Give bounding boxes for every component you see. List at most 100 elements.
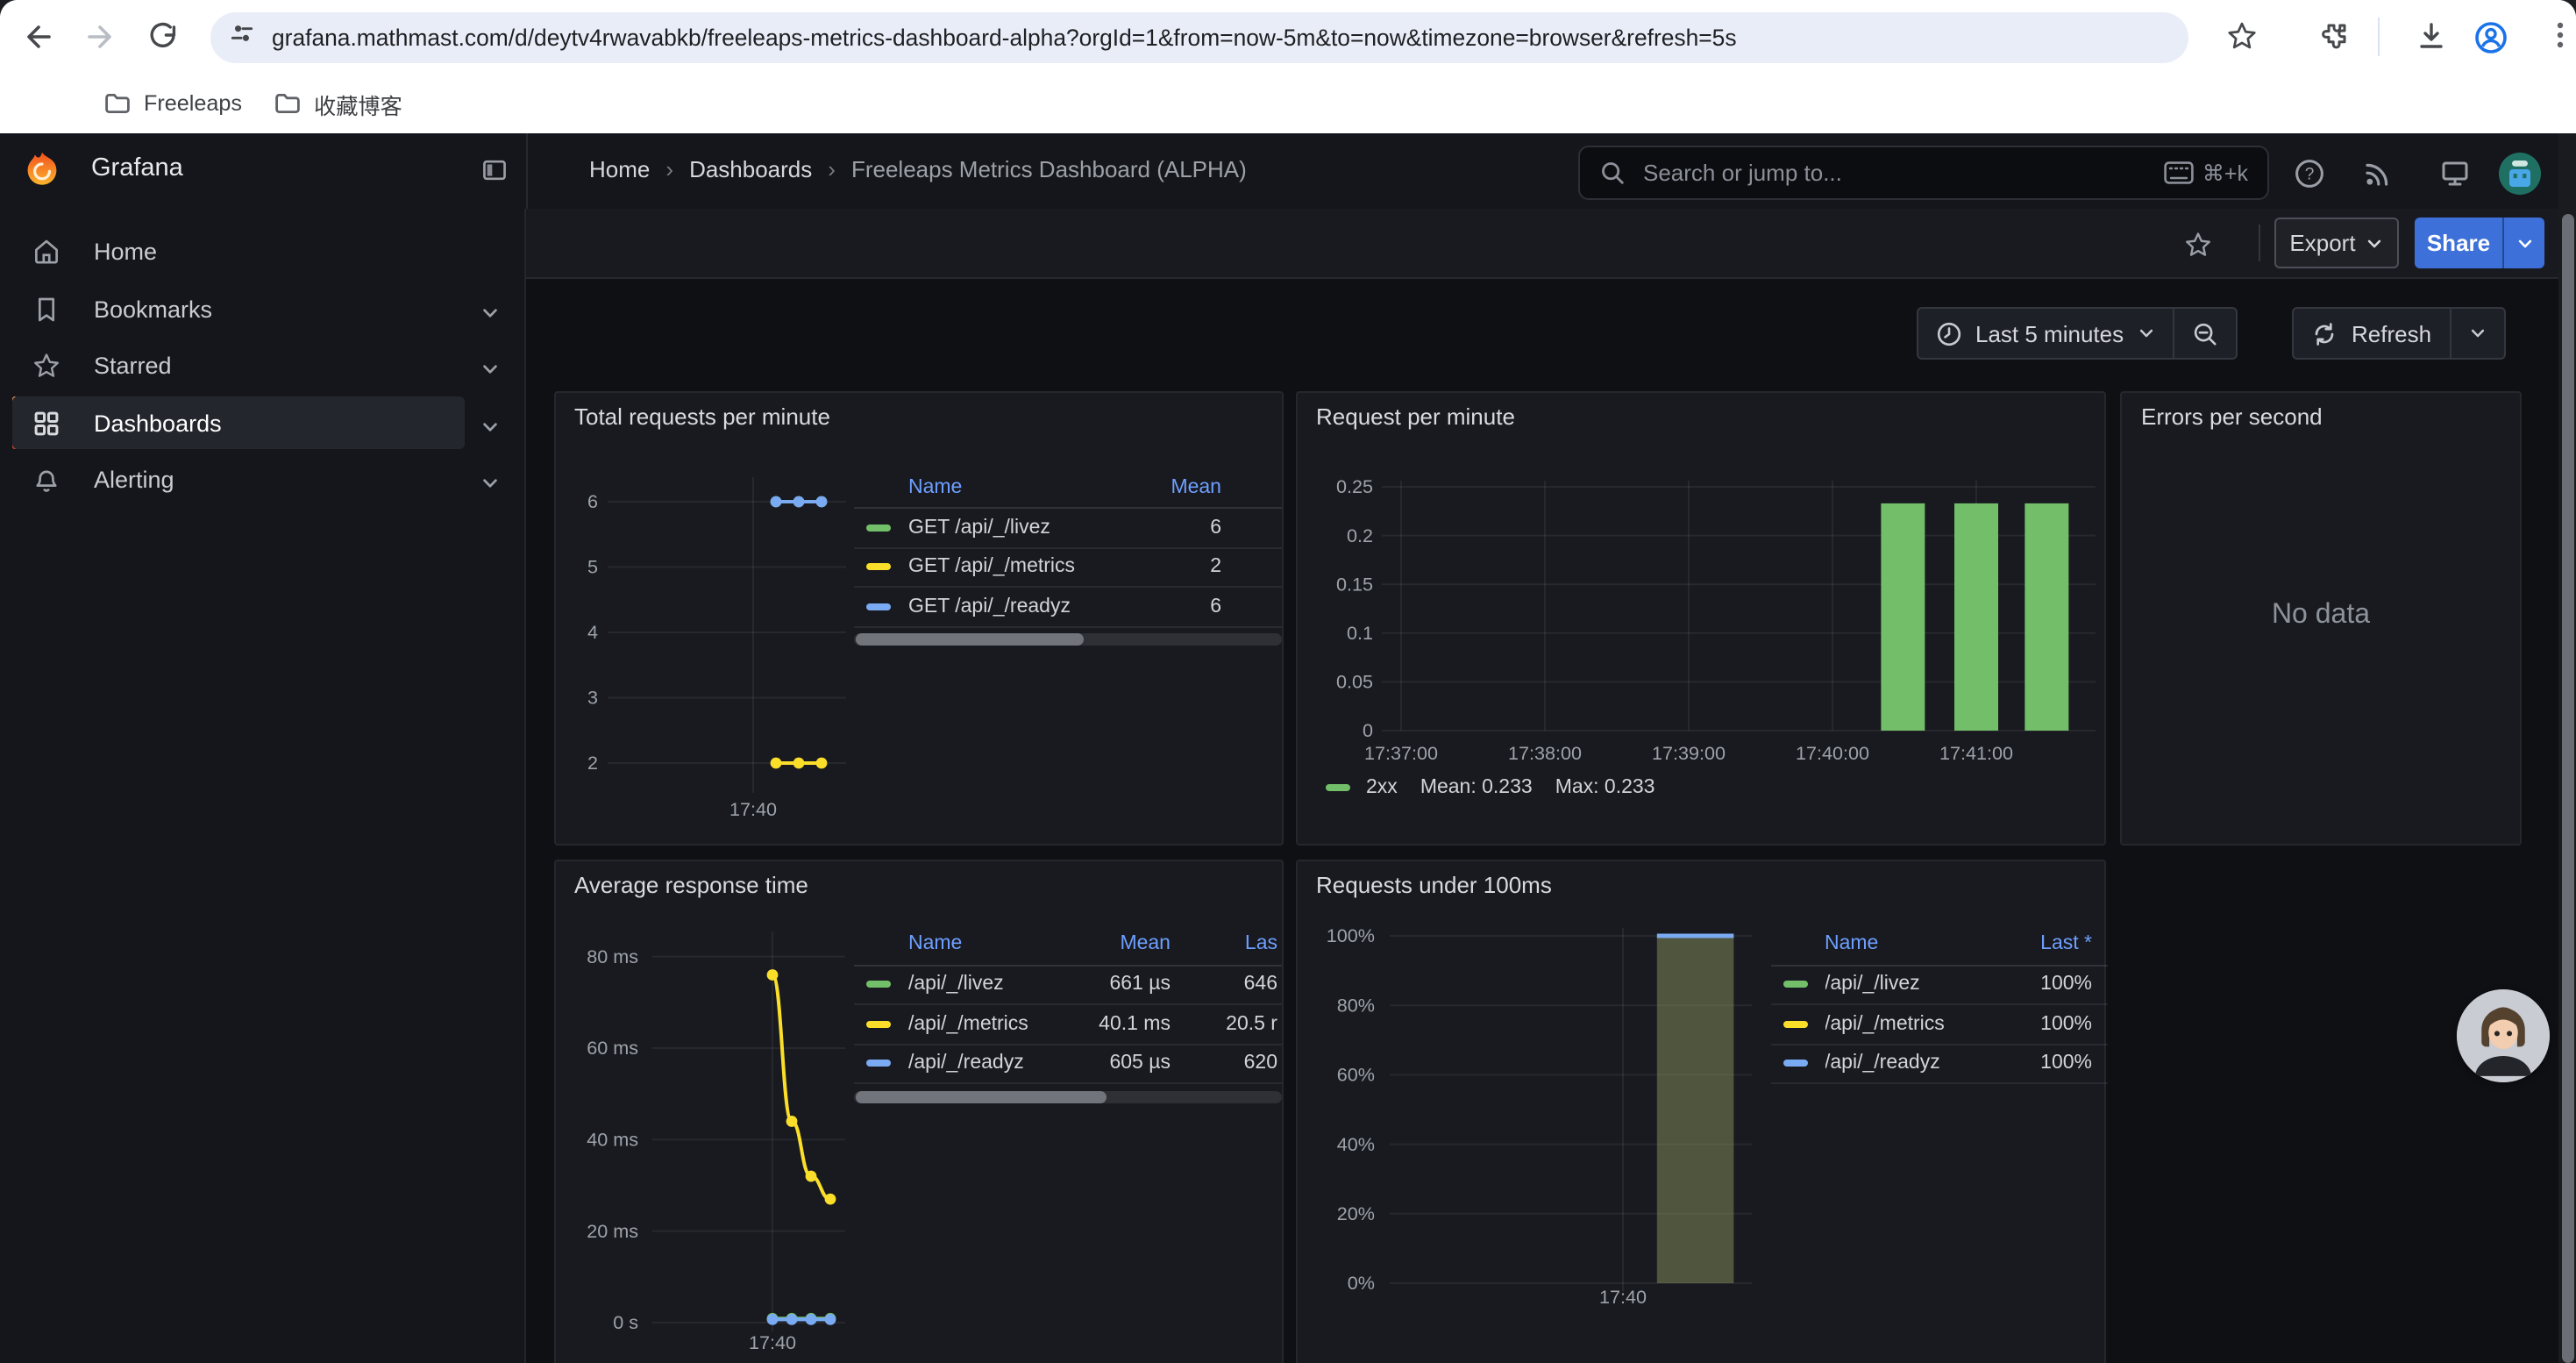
zoom-out-button[interactable]	[2173, 309, 2236, 358]
svg-text:0.2: 0.2	[1346, 525, 1372, 546]
series-swatch	[866, 1021, 891, 1028]
legend-row[interactable]: /api/_/metrics100%	[1770, 1005, 2107, 1045]
legend-column-name[interactable]: Name	[908, 476, 1116, 497]
assistant-avatar[interactable]	[2456, 988, 2549, 1081]
legend-column-name[interactable]: Name	[1825, 933, 1987, 954]
url-bar[interactable]: grafana.mathmast.com/d/deytv4rwavabkb/fr…	[210, 11, 2188, 62]
legend-column-name[interactable]: Name	[908, 933, 1065, 954]
legend-row[interactable]: /api/_/livez100%	[1770, 966, 2107, 1005]
share-button-label[interactable]: Share	[2415, 218, 2502, 268]
chevron-down-icon[interactable]	[480, 299, 500, 331]
sidebar-item-label: Home	[94, 239, 157, 265]
panel-title[interactable]: Requests under 100ms	[1316, 871, 1552, 897]
legend-scrollbar[interactable]	[854, 1090, 1281, 1103]
help-icon[interactable]: ?	[2294, 158, 2325, 198]
breadcrumb-current: Freeleaps Metrics Dashboard (ALPHA)	[851, 155, 1247, 182]
grafana-brand[interactable]: Grafana	[91, 154, 183, 182]
search-input[interactable]	[1640, 158, 2145, 188]
profile-icon[interactable]	[2473, 19, 2508, 54]
sidebar-item-label: Alerting	[94, 467, 174, 493]
sidebar-item-starred[interactable]: Starred	[11, 339, 464, 392]
legend-stat: Max: 0.233	[1555, 777, 1655, 798]
svg-text:?: ?	[2305, 165, 2315, 183]
chart-legend[interactable]: 2xx Mean: 0.233 Max: 0.233	[1326, 777, 1655, 798]
breadcrumb-separator: ›	[665, 155, 673, 182]
series-swatch	[866, 603, 891, 610]
time-range-picker[interactable]: Last 5 minutes	[1916, 307, 2238, 360]
folder-icon	[274, 89, 302, 118]
chevron-down-icon[interactable]	[480, 413, 500, 445]
legend-row[interactable]: /api/_/livez661 µs646	[854, 966, 1281, 1005]
grafana-logo[interactable]	[21, 149, 63, 200]
sidebar-item-bookmarks[interactable]: Bookmarks	[11, 282, 464, 335]
breadcrumb-home[interactable]: Home	[589, 155, 650, 182]
bookmark-label: Freeleaps	[144, 91, 242, 116]
bookmark-folder-freeleaps[interactable]: Freeleaps	[103, 74, 242, 133]
legend-row[interactable]: GET /api/_/metrics2	[854, 548, 1281, 588]
bookmark-star-icon[interactable]	[2225, 19, 2260, 54]
time-range-button[interactable]: Last 5 minutes	[1918, 309, 2173, 358]
browser-menu-icon[interactable]	[2544, 19, 2576, 54]
chevron-down-icon[interactable]	[480, 470, 500, 502]
svg-text:0: 0	[1362, 719, 1372, 741]
legend-column-value[interactable]: Mean	[1116, 476, 1221, 497]
panel-title[interactable]: Errors per second	[2141, 403, 2323, 430]
share-button[interactable]: Share	[2415, 218, 2544, 268]
dock-sidebar-icon[interactable]	[480, 156, 509, 193]
refresh-button[interactable]: Refresh	[2294, 309, 2449, 358]
keyboard-icon	[2164, 161, 2194, 184]
legend-scrollbar[interactable]	[854, 633, 1281, 646]
forward-icon[interactable]	[82, 19, 117, 54]
page-scrollbar-thumb[interactable]	[2561, 214, 2573, 1363]
browser-toolbar: grafana.mathmast.com/d/deytv4rwavabkb/fr…	[0, 0, 2576, 74]
news-rss-icon[interactable]	[2362, 158, 2394, 198]
sidebar-item-dashboards[interactable]: Dashboards	[11, 396, 464, 449]
legend-column-value[interactable]: Las	[1171, 933, 1277, 954]
panel-total-requests-per-minute: 6543217:40 Total requests per minute Nam…	[553, 391, 1283, 845]
user-avatar[interactable]	[2499, 152, 2541, 194]
panel-title[interactable]: Request per minute	[1316, 403, 1515, 430]
legend-row[interactable]: /api/_/readyz605 µs620	[854, 1045, 1281, 1084]
svg-text:0.1: 0.1	[1346, 622, 1372, 644]
downloads-icon[interactable]	[2415, 19, 2450, 54]
series-swatch	[1783, 1060, 1807, 1067]
panel-title[interactable]: Average response time	[574, 871, 808, 897]
svg-text:17:40:00: 17:40:00	[1795, 742, 1868, 764]
panel-requests-under-100ms: 100%80%60%40%20%0%17:40 Requests under 1…	[1295, 859, 2106, 1363]
breadcrumb-separator: ›	[828, 155, 836, 182]
chevron-down-icon[interactable]	[480, 356, 500, 388]
panel-title[interactable]: Total requests per minute	[574, 403, 830, 430]
legend-row[interactable]: /api/_/readyz100%	[1770, 1045, 2107, 1084]
reload-icon[interactable]	[146, 19, 181, 54]
url-text[interactable]: grafana.mathmast.com/d/deytv4rwavabkb/fr…	[272, 24, 1737, 50]
bell-icon	[31, 465, 60, 495]
legend-series-label[interactable]: 2xx	[1366, 777, 1398, 798]
series-swatch	[1783, 1021, 1807, 1028]
legend-stat: Mean: 0.233	[1420, 777, 1533, 798]
bookmark-folder-blogs[interactable]: 收藏博客	[274, 74, 402, 133]
sidebar-item-alerting[interactable]: Alerting	[11, 453, 464, 506]
export-button[interactable]: Export	[2274, 218, 2399, 268]
legend-column-value[interactable]: Mean	[1065, 933, 1171, 954]
extensions-icon[interactable]	[2316, 19, 2352, 54]
legend-column-value[interactable]: Last *	[1987, 933, 2092, 954]
zoom-out-icon	[2192, 320, 2218, 346]
svg-text:5: 5	[587, 556, 597, 578]
chevron-down-icon	[2516, 234, 2533, 252]
back-icon[interactable]	[21, 19, 56, 54]
site-settings-icon[interactable]	[228, 18, 256, 55]
monitor-icon[interactable]	[2439, 158, 2471, 198]
legend-row[interactable]: /api/_/metrics40.1 ms20.5 r	[854, 1005, 1281, 1045]
share-dropdown-button[interactable]	[2502, 218, 2544, 268]
search-box[interactable]: ⌘+k	[1578, 146, 2269, 200]
refresh-picker[interactable]: Refresh	[2292, 307, 2505, 360]
breadcrumb-dashboards[interactable]: Dashboards	[689, 155, 812, 182]
legend-row[interactable]: GET /api/_/readyz6	[854, 588, 1281, 627]
favorite-star-icon[interactable]	[2183, 229, 2213, 268]
nav-divider	[526, 133, 528, 208]
browser-window: grafana.mathmast.com/d/deytv4rwavabkb/fr…	[0, 0, 2576, 1363]
sidebar-item-home[interactable]: Home	[11, 225, 464, 278]
dashboard-canvas: Last 5 minutes Refresh 6543217:40 Total …	[526, 278, 2576, 1363]
refresh-interval-dropdown[interactable]	[2449, 309, 2503, 358]
legend-row[interactable]: GET /api/_/livez6	[854, 509, 1281, 548]
